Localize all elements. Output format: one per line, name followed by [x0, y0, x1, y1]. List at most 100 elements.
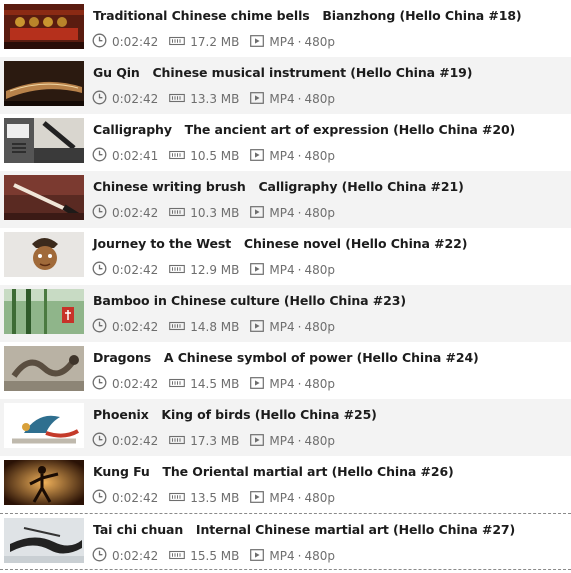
video-title[interactable]: Traditional Chinese chime bells Bianzhon… [93, 8, 522, 23]
video-title[interactable]: Bamboo in Chinese culture (Hello China #… [93, 293, 406, 308]
duration: 0:02:42 [112, 263, 159, 277]
video-title[interactable]: Chinese writing brush Calligraphy (Hello… [93, 179, 464, 194]
file-size-icon [169, 92, 186, 106]
file-size-icon [169, 149, 186, 163]
video-item[interactable]: Phoenix King of birds (Hello China #25) … [0, 399, 571, 456]
video-title[interactable]: Gu Qin Chinese musical instrument (Hello… [93, 65, 472, 80]
file-size: 15.5 MB [190, 549, 240, 563]
thumbnail-image [4, 460, 84, 505]
resolution: 480p [304, 263, 335, 277]
thumbnail-image [4, 289, 84, 334]
resolution: 480p [304, 549, 335, 563]
thumbnail-image [4, 403, 84, 448]
video-play-icon [250, 34, 265, 50]
format: MP4 [269, 434, 295, 448]
video-play-icon [250, 319, 265, 335]
video-item[interactable]: Calligraphy The ancient art of expressio… [0, 114, 571, 171]
file-size: 12.9 MB [190, 263, 240, 277]
format: MP4 [269, 549, 295, 563]
video-meta: 0:02:41 10.5 MB MP4 · 480p [92, 147, 335, 165]
video-meta: 0:02:42 12.9 MB MP4 · 480p [92, 261, 335, 279]
video-play-icon [250, 548, 265, 564]
file-size-icon [169, 206, 186, 220]
duration: 0:02:42 [112, 491, 159, 505]
video-thumbnail[interactable] [4, 289, 84, 334]
duration: 0:02:42 [112, 320, 159, 334]
format: MP4 [269, 263, 295, 277]
video-thumbnail[interactable] [4, 403, 84, 448]
video-play-icon [250, 148, 265, 164]
video-item[interactable]: Traditional Chinese chime bells Bianzhon… [0, 0, 571, 57]
file-size-icon [169, 491, 186, 505]
video-item[interactable]: Gu Qin Chinese musical instrument (Hello… [0, 57, 571, 114]
video-meta: 0:02:42 14.5 MB MP4 · 480p [92, 375, 335, 393]
file-size-icon [169, 434, 186, 448]
clock-icon [92, 261, 107, 279]
video-list: Traditional Chinese chime bells Bianzhon… [0, 0, 571, 570]
file-size-icon [169, 320, 186, 334]
video-title[interactable]: Kung Fu The Oriental martial art (Hello … [93, 464, 454, 479]
resolution: 480p [304, 491, 335, 505]
video-item[interactable]: Journey to the West Chinese novel (Hello… [0, 228, 571, 285]
clock-icon [92, 90, 107, 108]
video-play-icon [250, 91, 265, 107]
video-item[interactable]: Chinese writing brush Calligraphy (Hello… [0, 171, 571, 228]
video-thumbnail[interactable] [4, 61, 84, 106]
video-title[interactable]: Tai chi chuan Internal Chinese martial a… [93, 522, 515, 537]
duration: 0:02:42 [112, 35, 159, 49]
file-size: 10.3 MB [190, 206, 240, 220]
duration: 0:02:42 [112, 206, 159, 220]
video-title[interactable]: Dragons A Chinese symbol of power (Hello… [93, 350, 479, 365]
clock-icon [92, 318, 107, 336]
file-size: 14.8 MB [190, 320, 240, 334]
resolution: 480p [304, 434, 335, 448]
file-size: 17.2 MB [190, 35, 240, 49]
video-thumbnail[interactable] [4, 175, 84, 220]
thumbnail-image [4, 346, 84, 391]
video-title[interactable]: Phoenix King of birds (Hello China #25) [93, 407, 377, 422]
video-play-icon [250, 490, 265, 506]
clock-icon [92, 489, 107, 507]
duration: 0:02:41 [112, 149, 159, 163]
file-size: 13.3 MB [190, 92, 240, 106]
clock-icon [92, 204, 107, 222]
resolution: 480p [304, 35, 335, 49]
format: MP4 [269, 35, 295, 49]
video-meta: 0:02:42 14.8 MB MP4 · 480p [92, 318, 335, 336]
thumbnail-image [4, 175, 84, 220]
thumbnail-image [4, 4, 84, 49]
file-size-icon [169, 263, 186, 277]
video-thumbnail[interactable] [4, 232, 84, 277]
format: MP4 [269, 377, 295, 391]
duration: 0:02:42 [112, 92, 159, 106]
resolution: 480p [304, 206, 335, 220]
video-thumbnail[interactable] [4, 118, 84, 163]
clock-icon [92, 147, 107, 165]
video-title[interactable]: Journey to the West Chinese novel (Hello… [93, 236, 467, 251]
clock-icon [92, 432, 107, 450]
video-item[interactable]: Tai chi chuan Internal Chinese martial a… [0, 513, 571, 570]
video-thumbnail[interactable] [4, 346, 84, 391]
file-size-icon [169, 377, 186, 391]
video-play-icon [250, 205, 265, 221]
thumbnail-image [4, 518, 84, 563]
video-item[interactable]: Bamboo in Chinese culture (Hello China #… [0, 285, 571, 342]
resolution: 480p [304, 377, 335, 391]
video-play-icon [250, 262, 265, 278]
file-size: 13.5 MB [190, 491, 240, 505]
resolution: 480p [304, 92, 335, 106]
file-size-icon [169, 35, 186, 49]
video-title[interactable]: Calligraphy The ancient art of expressio… [93, 122, 515, 137]
video-item[interactable]: Kung Fu The Oriental martial art (Hello … [0, 456, 571, 513]
file-size: 14.5 MB [190, 377, 240, 391]
format: MP4 [269, 491, 295, 505]
thumbnail-image [4, 232, 84, 277]
video-thumbnail[interactable] [4, 460, 84, 505]
thumbnail-image [4, 118, 84, 163]
video-thumbnail[interactable] [4, 4, 84, 49]
file-size: 10.5 MB [190, 149, 240, 163]
video-item[interactable]: Dragons A Chinese symbol of power (Hello… [0, 342, 571, 399]
duration: 0:02:42 [112, 377, 159, 391]
video-thumbnail[interactable] [4, 518, 84, 563]
video-meta: 0:02:42 13.3 MB MP4 · 480p [92, 90, 335, 108]
